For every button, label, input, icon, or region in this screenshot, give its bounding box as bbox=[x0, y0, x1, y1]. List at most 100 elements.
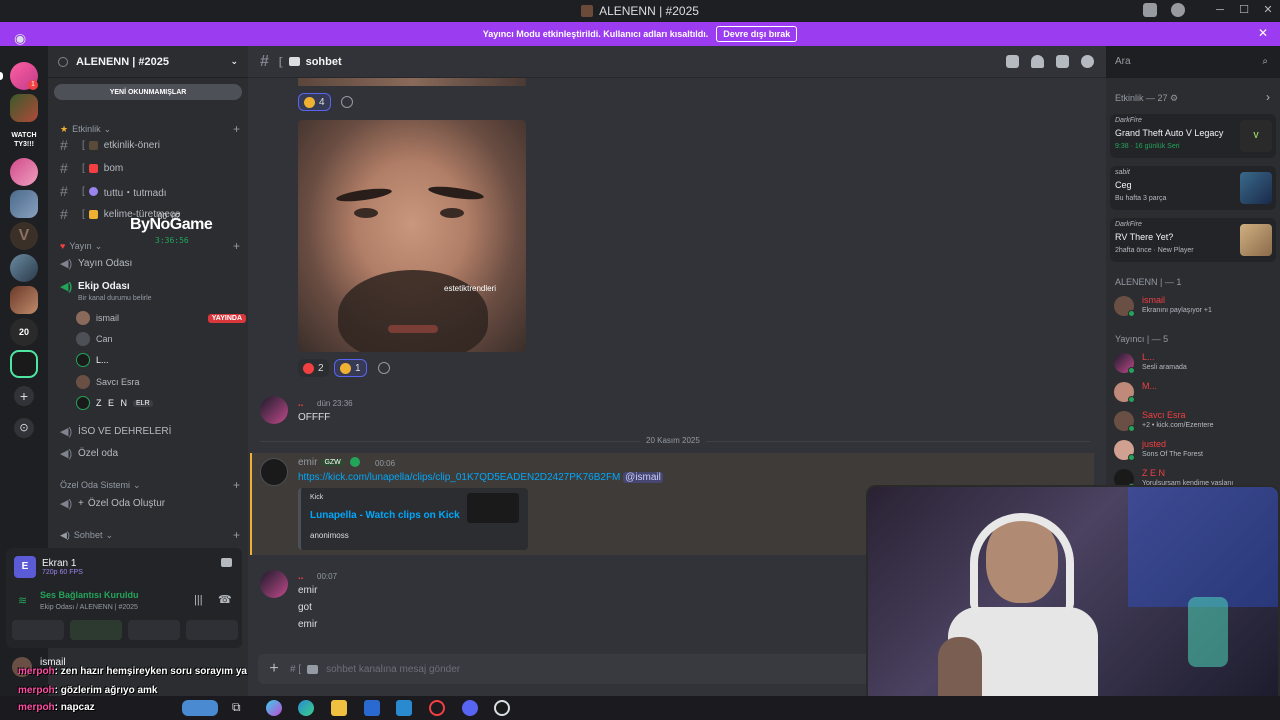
activity-card[interactable]: DarkFire RV There Yet? 2hafta önce · New… bbox=[1110, 218, 1276, 262]
add-channel-icon[interactable]: + bbox=[233, 239, 240, 253]
voice-user[interactable]: ismail YAYINDA bbox=[76, 309, 246, 327]
soundboard-button[interactable] bbox=[186, 620, 238, 640]
explore-icon[interactable]: ⊙ bbox=[14, 418, 34, 438]
screen-share-info[interactable]: E Ekran 1 720p 60 FPS bbox=[14, 556, 83, 578]
server-icon-8[interactable]: 20 bbox=[10, 318, 38, 346]
chevron-right-icon[interactable]: › bbox=[1266, 90, 1270, 104]
stop-stream-icon[interactable] bbox=[221, 558, 232, 567]
noise-suppression-icon[interactable]: ||| bbox=[194, 594, 203, 606]
voice-user[interactable]: Savcı Esra bbox=[76, 373, 246, 391]
camera-toggle-button[interactable] bbox=[12, 620, 64, 640]
edge-icon[interactable] bbox=[298, 700, 314, 716]
member-item[interactable]: Savcı Esra +2 • kick.com/Ezentere bbox=[1114, 409, 1276, 435]
avatar[interactable] bbox=[260, 458, 288, 486]
server-icon-7[interactable] bbox=[10, 286, 38, 314]
server-icon-watch[interactable]: WATCH TY3!!! bbox=[10, 126, 38, 154]
add-reaction-icon[interactable] bbox=[341, 96, 353, 108]
add-reaction-icon[interactable] bbox=[378, 362, 390, 374]
discord-logo-icon[interactable]: ◉ bbox=[14, 30, 26, 47]
member-item[interactable]: ismail Ekranını paylaşıyor +1 bbox=[1114, 294, 1276, 320]
server-icon-5[interactable]: V bbox=[10, 222, 38, 250]
threads-icon[interactable] bbox=[1006, 55, 1019, 68]
reaction-button[interactable]: 2 bbox=[298, 359, 329, 377]
opera-icon[interactable] bbox=[429, 700, 445, 716]
voice-user[interactable]: Can bbox=[76, 330, 246, 348]
help-icon[interactable] bbox=[1171, 3, 1185, 17]
category-ozel-oda-sistemi[interactable]: Özel Oda Sistemi ⌄ + bbox=[60, 478, 240, 492]
member-item[interactable]: L... Sesli aramada bbox=[1114, 351, 1276, 377]
channel-emoji-icon bbox=[88, 186, 98, 196]
server-icon-4[interactable] bbox=[10, 190, 38, 218]
member-item[interactable]: M... bbox=[1114, 380, 1276, 406]
avatar bbox=[76, 375, 90, 389]
reaction-button[interactable]: 1 bbox=[334, 359, 367, 377]
embed-title[interactable]: Lunapella - Watch clips on Kick bbox=[310, 510, 460, 521]
copilot-icon[interactable] bbox=[266, 700, 282, 716]
discord-taskbar-icon[interactable] bbox=[462, 700, 478, 716]
channel-bom[interactable]: #[bom bbox=[56, 158, 242, 178]
add-channel-icon[interactable]: + bbox=[233, 528, 240, 542]
activity-card[interactable]: sabit Ceg Bu hafta 3 parça bbox=[1110, 166, 1276, 210]
task-view-icon[interactable]: ⧉ bbox=[232, 700, 248, 716]
server-icon-2[interactable] bbox=[10, 94, 38, 122]
voice-channel-ozel-olustur[interactable]: ◀) + Özel Oda Oluştur bbox=[56, 493, 242, 513]
server-icon-6[interactable] bbox=[10, 254, 38, 282]
category-yayin[interactable]: ♥ Yayın ⌄ + bbox=[60, 239, 240, 253]
mail-icon[interactable] bbox=[396, 700, 412, 716]
obs-icon[interactable] bbox=[494, 700, 510, 716]
close-window-button[interactable]: ✕ bbox=[1256, 0, 1280, 21]
reaction-button[interactable]: 4 bbox=[298, 93, 331, 111]
disable-streamer-mode-button[interactable]: Devre dışı bırak bbox=[716, 26, 798, 42]
minimize-button[interactable]: ─ bbox=[1208, 0, 1232, 21]
voice-connected-channel[interactable]: Ekip Odası / ALENENN | #2025 bbox=[40, 604, 138, 611]
embed-thumbnail[interactable] bbox=[467, 493, 519, 523]
category-etkinlik[interactable]: ★ Etkinlik ⌄ + bbox=[60, 122, 240, 136]
attach-plus-icon[interactable]: + bbox=[258, 660, 290, 678]
message-author[interactable]: .. bbox=[298, 398, 304, 409]
message-link[interactable]: https://kick.com/lunapella/clips/clip_01… bbox=[298, 472, 663, 483]
members-icon[interactable] bbox=[1081, 55, 1094, 68]
voice-channel-ekip-odasi[interactable]: ◀) Ekip Odası bbox=[56, 276, 242, 296]
category-sohbet[interactable]: ◀) Sohbet ⌄ + bbox=[60, 528, 240, 542]
pin-icon[interactable] bbox=[1056, 55, 1069, 68]
avatar bbox=[76, 332, 90, 346]
image-attachment[interactable]: estetiktrendleri bbox=[298, 120, 526, 352]
voice-channel-ozel-oda[interactable]: ◀) Özel oda bbox=[56, 443, 242, 463]
voice-channel-iso[interactable]: ◀) İSO VE DEHRELERİ bbox=[56, 421, 242, 441]
add-channel-icon[interactable]: + bbox=[233, 122, 240, 136]
channel-tuttu-tutmadi[interactable]: #[tuttu・tutmadı bbox=[56, 181, 242, 201]
avatar[interactable] bbox=[260, 570, 288, 598]
weather-widget-icon[interactable] bbox=[182, 700, 218, 716]
avatar[interactable] bbox=[260, 396, 288, 424]
new-unreads-pill[interactable]: YENİ OKUNMAMIŞLAR bbox=[54, 84, 242, 100]
channel-etkinlik-oneri[interactable]: #[etkinlik-öneri bbox=[56, 135, 242, 155]
message-author[interactable]: .. bbox=[298, 571, 304, 582]
server-header[interactable]: ALENENN | #2025 ⌄ bbox=[48, 46, 248, 78]
member-item[interactable]: justed Sons Of The Forest bbox=[1114, 438, 1276, 464]
add-server-icon[interactable]: + bbox=[14, 386, 34, 406]
voice-channel-yayin-odasi[interactable]: ◀) Yayın Odası bbox=[56, 253, 242, 273]
store-icon[interactable] bbox=[364, 700, 380, 716]
activities-button[interactable] bbox=[128, 620, 180, 640]
channel-status[interactable]: Bir kanal durumu belirle bbox=[78, 295, 152, 302]
voice-connected-status[interactable]: Ses Bağlantısı Kuruldu bbox=[40, 590, 139, 600]
inbox-icon[interactable] bbox=[1143, 3, 1157, 17]
message-author[interactable]: emir GZW bbox=[298, 457, 360, 468]
add-channel-icon[interactable]: + bbox=[233, 478, 240, 492]
file-explorer-icon[interactable] bbox=[331, 700, 347, 716]
activity-card[interactable]: DarkFire Grand Theft Auto V Legacy 9:38 … bbox=[1110, 114, 1276, 158]
activity-header[interactable]: Etkinlik — 27 ⚙ bbox=[1115, 93, 1178, 104]
close-banner-icon[interactable]: ✕ bbox=[1258, 26, 1268, 40]
server-icon-9[interactable] bbox=[10, 350, 38, 378]
bell-icon[interactable] bbox=[1031, 55, 1044, 68]
embed-provider[interactable]: Kick bbox=[310, 494, 323, 501]
star-icon: ★ bbox=[60, 123, 69, 134]
voice-user[interactable]: L... bbox=[76, 351, 246, 369]
voice-user[interactable]: Z E N ELR bbox=[76, 394, 246, 412]
screen-share-button[interactable] bbox=[70, 620, 122, 640]
maximize-button[interactable]: ☐ bbox=[1232, 0, 1256, 21]
server-icon-3[interactable] bbox=[10, 158, 38, 186]
search-input[interactable]: Ara ⌕ bbox=[1108, 52, 1274, 72]
image-attachment-top[interactable] bbox=[298, 78, 526, 86]
disconnect-icon[interactable]: ☎ bbox=[218, 593, 232, 606]
